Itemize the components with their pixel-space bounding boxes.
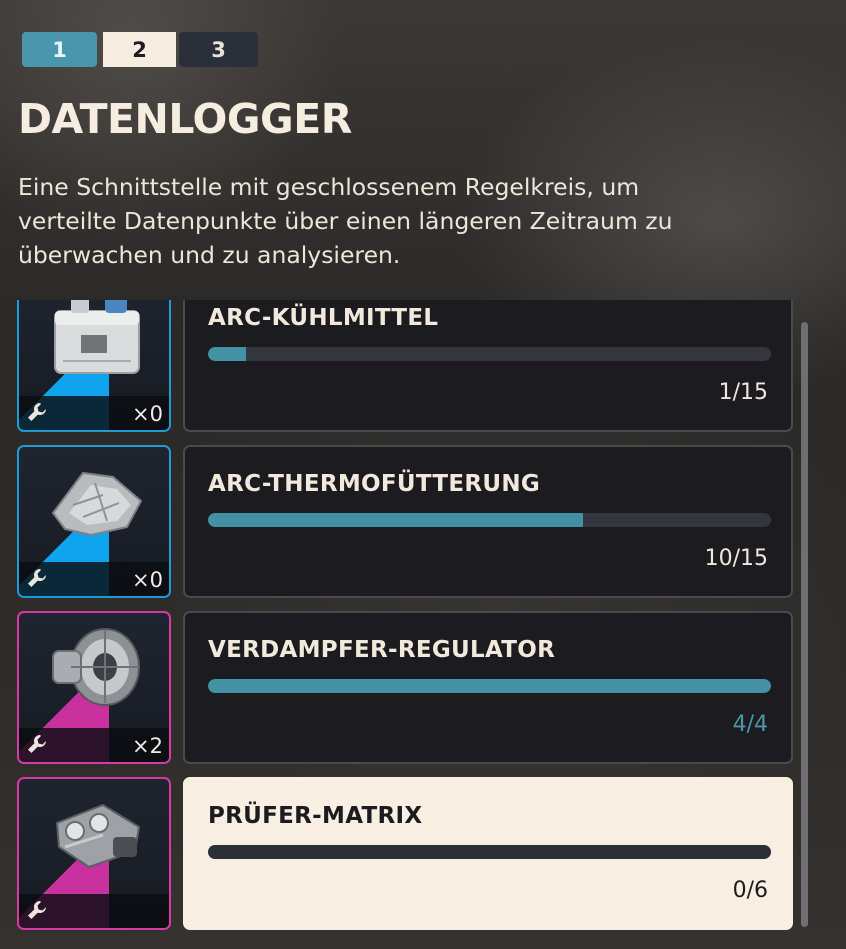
scrollbar-thumb[interactable] xyxy=(801,322,808,927)
progress-bar xyxy=(208,679,771,693)
coolant-canister-icon xyxy=(54,300,140,374)
page-tabs: 1 2 3 xyxy=(22,32,258,67)
thermal-lining-icon xyxy=(51,471,143,537)
tab-2[interactable]: 2 xyxy=(103,32,176,67)
item-thumbnail[interactable]: ×0 xyxy=(17,445,171,598)
item-thumbnail[interactable] xyxy=(17,777,171,930)
progress-count: 4/4 xyxy=(732,712,768,737)
wrench-icon xyxy=(28,569,47,587)
list-item: PRÜFER-MATRIX 0/6 xyxy=(0,777,846,930)
owned-count: ×0 xyxy=(132,402,163,426)
regulator-icon xyxy=(52,628,140,706)
requirement-card[interactable]: VERDAMPFER-REGULATOR 4/4 xyxy=(183,611,793,764)
tab-1[interactable]: 1 xyxy=(22,32,97,67)
item-thumbnail[interactable]: ×0 xyxy=(17,300,171,432)
requirement-card[interactable]: ARC-KÜHLMITTEL 1/15 xyxy=(183,300,793,432)
item-name: PRÜFER-MATRIX xyxy=(208,803,423,829)
list-item: ×2 VERDAMPFER-REGULATOR 4/4 xyxy=(0,611,846,764)
item-name: VERDAMPFER-REGULATOR xyxy=(208,637,556,663)
page-title: DATENLOGGER xyxy=(18,95,352,143)
requirement-card[interactable]: ARC-THERMOFÜTTERUNG 10/15 xyxy=(183,445,793,598)
description: Eine Schnittstelle mit geschlossenem Reg… xyxy=(18,173,673,269)
progress-count: 1/15 xyxy=(718,380,768,405)
matrix-part-icon xyxy=(55,803,141,869)
wrench-icon xyxy=(28,901,47,919)
progress-count: 10/15 xyxy=(704,546,768,571)
item-name: ARC-KÜHLMITTEL xyxy=(208,305,439,331)
requirements-list: ×0 ARC-KÜHLMITTEL 1/15 ×0 ARC-THERMOFÜTT… xyxy=(0,300,846,949)
item-name: ARC-THERMOFÜTTERUNG xyxy=(208,471,541,497)
progress-count: 0/6 xyxy=(732,878,768,903)
requirement-card-selected[interactable]: PRÜFER-MATRIX 0/6 xyxy=(183,777,793,930)
progress-bar xyxy=(208,845,771,859)
list-item: ×0 ARC-THERMOFÜTTERUNG 10/15 xyxy=(0,445,846,598)
owned-count: ×0 xyxy=(132,568,163,592)
owned-count: ×2 xyxy=(132,734,163,758)
progress-bar xyxy=(208,513,771,527)
item-thumbnail[interactable]: ×2 xyxy=(17,611,171,764)
progress-bar xyxy=(208,347,771,361)
wrench-icon xyxy=(28,735,47,753)
list-item: ×0 ARC-KÜHLMITTEL 1/15 xyxy=(0,300,846,432)
wrench-icon xyxy=(28,402,47,421)
tab-3[interactable]: 3 xyxy=(179,32,258,67)
